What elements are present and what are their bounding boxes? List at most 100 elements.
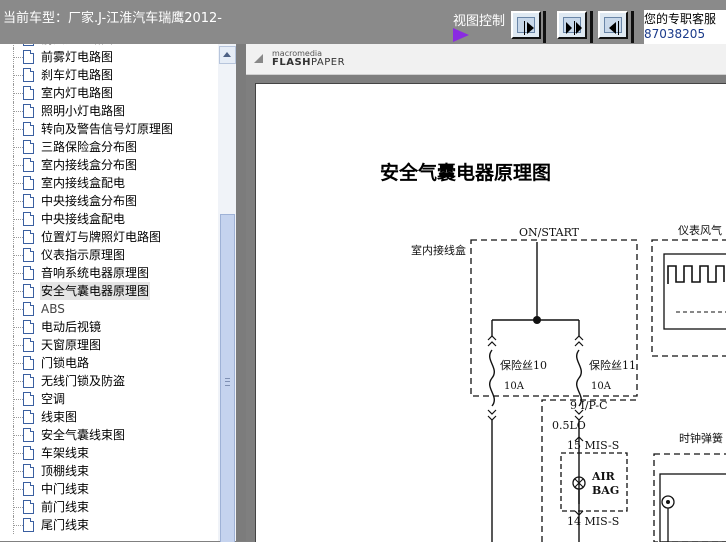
tree-item-label: 安全气囊电器原理图	[40, 282, 151, 300]
document-icon	[23, 194, 34, 208]
tree-item[interactable]: 天窗原理图	[0, 336, 218, 354]
tree-item-label: 室内接线盒配电	[41, 176, 126, 190]
junction-box-outline	[470, 239, 638, 397]
arrow-right-icon	[527, 22, 534, 34]
toolbar-divider	[631, 11, 634, 43]
tree-item[interactable]: 照明小灯电路图	[0, 102, 218, 120]
tree-item[interactable]: 仪表指示原理图	[0, 246, 218, 264]
document-icon	[23, 266, 34, 280]
tree-item[interactable]: 室内接线盒分布图	[0, 156, 218, 174]
tree-item-label: 前雾灯电路图	[41, 50, 114, 64]
document-icon	[23, 392, 34, 406]
tree-item[interactable]: 刹车灯电路图	[0, 66, 218, 84]
tree-item-label: 室内接线盒分布图	[41, 158, 138, 172]
document-icon	[23, 158, 34, 172]
document-icon	[23, 248, 34, 262]
tree-item[interactable]: 门锁电路	[0, 354, 218, 372]
fuse-11-amp: 10A	[591, 381, 612, 392]
tree-item[interactable]: 转向及警告信号灯原理图	[0, 120, 218, 138]
play-arrow-icon	[453, 28, 469, 42]
document-icon	[23, 50, 34, 64]
tree-item-label: 前门线束	[41, 500, 90, 514]
tree-item[interactable]: 中央接线盒配电	[0, 210, 218, 228]
tree-item[interactable]: 室内灯电路图	[0, 84, 218, 102]
scroll-up-button[interactable]	[219, 46, 236, 64]
splitter[interactable]	[236, 44, 246, 541]
tree-item-label: 电动后视镜	[41, 320, 102, 334]
fuse-11-label: 保险丝11	[589, 358, 636, 372]
document-icon	[23, 68, 34, 82]
tree-item-label: 中门线束	[41, 482, 90, 496]
document-icon	[23, 464, 34, 478]
document-icon	[23, 86, 34, 100]
airbag-text-2: BAG	[592, 484, 619, 497]
document-icon	[23, 140, 34, 154]
tree-item-label: 安全气囊线束图	[41, 428, 126, 442]
tree-item[interactable]: 前雾灯电路图	[0, 48, 218, 66]
brand-flashpaper: FLASHPAPER	[272, 57, 346, 68]
tree-item[interactable]: ABS	[0, 300, 218, 318]
connector-mid-label: 15 MIS-S	[567, 439, 619, 452]
view-prev-button[interactable]	[598, 11, 628, 39]
document-icon	[23, 212, 34, 226]
tree-item[interactable]: 室内接线盒配电	[0, 174, 218, 192]
sidebar-tree-panel[interactable]: 前大灯电路图前雾灯电路图刹车灯电路图室内灯电路图照明小灯电路图转向及警告信号灯原…	[0, 44, 236, 541]
tree-item[interactable]: 安全气囊线束图	[0, 426, 218, 444]
document-icon	[23, 356, 34, 370]
document-icon	[23, 302, 34, 316]
tree-item[interactable]: 前门线束	[0, 498, 218, 516]
wire-color-label: 0.5LO	[552, 419, 586, 432]
customer-service-box: 您的专职客服 87038205	[644, 10, 726, 44]
tree-item-label: 音响系统电器原理图	[41, 266, 150, 280]
document-icon	[23, 44, 34, 46]
document-viewer[interactable]: macromedia FLASHPAPER 安全气囊电器原理图 ON/START…	[246, 44, 726, 542]
tree-item[interactable]: 顶棚线束	[0, 462, 218, 480]
on-start-label: ON/START	[519, 226, 580, 239]
sidebar-scrollbar[interactable]	[218, 44, 236, 542]
macromedia-logo-icon	[254, 54, 263, 63]
tree-item[interactable]: 中门线束	[0, 480, 218, 498]
document-icon	[23, 320, 34, 334]
clock-spring-box	[653, 453, 726, 542]
tree-item-label: 位置灯与牌照灯电路图	[41, 230, 162, 244]
tree-item[interactable]: 安全气囊电器原理图	[0, 282, 218, 300]
tree-item-label: ABS	[41, 302, 65, 316]
fuse-10-amp: 10A	[504, 381, 525, 392]
tree-item[interactable]: 线束图	[0, 408, 218, 426]
airbag-circuit-diagram: ON/START 室内接线盒 仪表风气 保险丝10 10A 保险丝11 10A	[411, 223, 726, 542]
tree-item[interactable]: 三路保险盒分布图	[0, 138, 218, 156]
tree-item-label: 中央接线盒配电	[41, 212, 126, 226]
grip-icon	[225, 378, 230, 386]
tree-item-label: 线束图	[41, 410, 78, 424]
document-icon	[23, 176, 34, 190]
connector-bot-label: 14 MIS-S	[567, 515, 619, 528]
tree-item[interactable]: 位置灯与牌照灯电路图	[0, 228, 218, 246]
tree-item[interactable]: 尾门线束	[0, 516, 218, 534]
fuse-10-symbol	[489, 349, 495, 407]
tree-item[interactable]: 无线门锁及防盗	[0, 372, 218, 390]
view-control-label: 视图控制	[453, 14, 506, 29]
tree-item-label: 室内灯电路图	[41, 86, 114, 100]
view-next-button[interactable]	[511, 11, 541, 39]
expand-icon	[566, 22, 572, 34]
scroll-thumb[interactable]	[220, 214, 235, 542]
tree-item[interactable]: 电动后视镜	[0, 318, 218, 336]
junction-box-label: 室内接线盒	[411, 243, 466, 257]
tree-item[interactable]: 音响系统电器原理图	[0, 264, 218, 282]
customer-service-phone: 87038205	[644, 27, 706, 41]
toolbar-divider	[543, 11, 546, 43]
document-icon	[23, 374, 34, 388]
document-page: 安全气囊电器原理图 ON/START 室内接线盒 仪表风气 保险丝10 10A …	[255, 83, 726, 542]
view-fit-button[interactable]	[557, 11, 587, 39]
tree-item[interactable]: 车架线束	[0, 444, 218, 462]
tree-item-label: 无线门锁及防盗	[41, 374, 126, 388]
document-tree: 前大灯电路图前雾灯电路图刹车灯电路图室内灯电路图照明小灯电路图转向及警告信号灯原…	[0, 44, 218, 534]
tree-item[interactable]: 空调	[0, 390, 218, 408]
toolbar-divider	[590, 11, 593, 43]
tree-item[interactable]: 中央接线盒分布图	[0, 192, 218, 210]
tree-item-label: 三路保险盒分布图	[41, 140, 138, 154]
arrow-left-icon	[609, 22, 616, 34]
document-icon	[23, 338, 34, 352]
tree-item-label: 尾门线束	[41, 518, 90, 532]
document-icon	[23, 284, 34, 298]
